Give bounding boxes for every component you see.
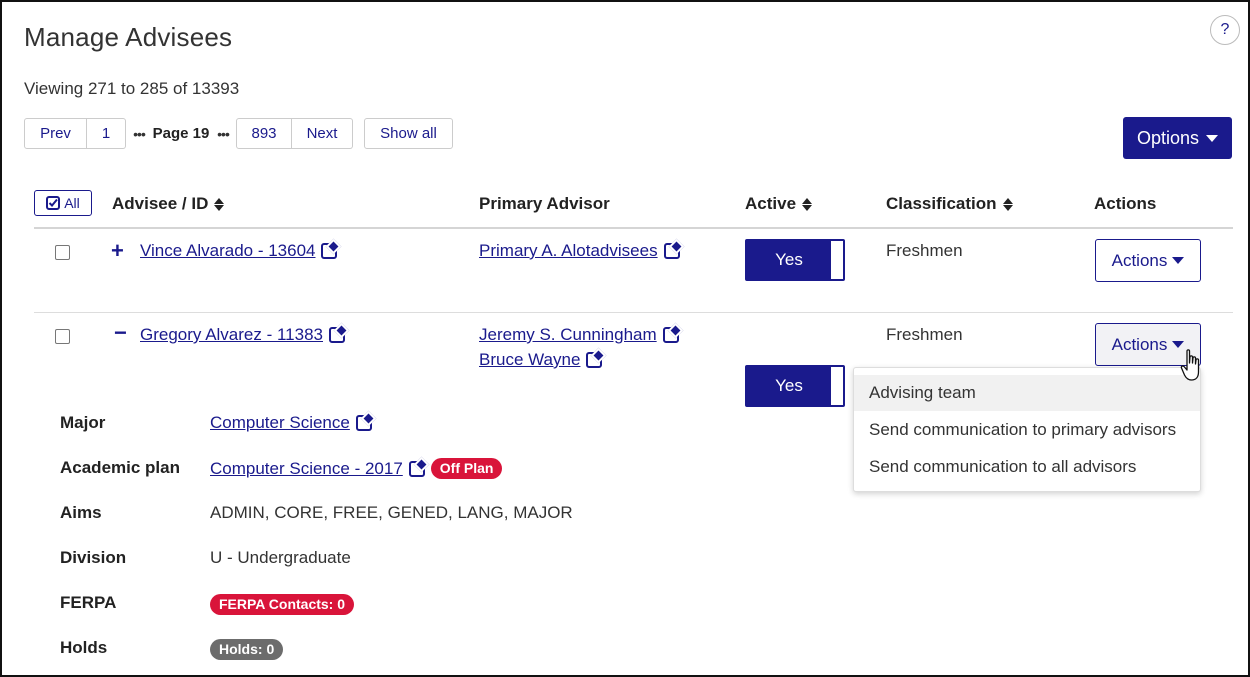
advisor-name: Bruce Wayne xyxy=(479,350,581,369)
hand-cursor-icon xyxy=(1180,349,1200,381)
detail-label-major: Major xyxy=(60,413,106,432)
menu-item-send-primary[interactable]: Send communication to primary advisors xyxy=(854,412,1200,448)
row-checkbox[interactable] xyxy=(55,329,70,344)
external-link-icon xyxy=(662,327,679,343)
menu-item-send-all[interactable]: Send communication to all advisors xyxy=(854,449,1200,485)
advisor-name: Jeremy S. Cunningham xyxy=(479,325,657,344)
row-divider xyxy=(34,312,1233,313)
toggle-knob xyxy=(831,367,843,405)
show-all-button[interactable]: Show all xyxy=(364,118,453,149)
advisor-link[interactable]: Jeremy S. Cunningham xyxy=(479,325,679,345)
advisee-name: Gregory Alvarez - 11383 xyxy=(140,325,323,344)
page-title: Manage Advisees xyxy=(24,22,233,52)
header-classification-label: Classification xyxy=(886,194,997,213)
sort-icon xyxy=(214,197,225,211)
detail-holds: Holds: 0 xyxy=(210,639,284,660)
external-link-icon xyxy=(321,243,338,259)
actions-dropdown-menu: Advising team Send communication to prim… xyxy=(853,367,1201,492)
detail-aims: ADMIN, CORE, FREE, GENED, LANG, MAJOR xyxy=(210,503,573,522)
current-page: Page 19 xyxy=(152,125,210,142)
detail-label-plan: Academic plan xyxy=(60,458,180,477)
external-link-icon xyxy=(355,415,372,431)
active-toggle-label: Yes xyxy=(775,376,803,395)
off-plan-badge: Off Plan xyxy=(430,458,503,479)
select-all-button[interactable]: All xyxy=(34,190,92,216)
sort-icon xyxy=(802,197,813,211)
ferpa-badge[interactable]: FERPA Contacts: 0 xyxy=(210,594,355,615)
pagination: Prev 1 ••• Page 19 ••• 893 Next Show all xyxy=(24,118,453,149)
help-button[interactable]: ? xyxy=(1210,15,1240,45)
advisor-link[interactable]: Bruce Wayne xyxy=(479,350,603,370)
row-actions-label: Actions xyxy=(1111,334,1168,354)
next-page-button[interactable]: Next xyxy=(292,118,353,149)
external-link-icon xyxy=(329,327,345,343)
ellipsis-right: ••• xyxy=(217,125,230,142)
row-checkbox[interactable] xyxy=(55,245,70,260)
header-classification[interactable]: Classification xyxy=(886,194,1013,214)
header-active[interactable]: Active xyxy=(745,194,813,214)
caret-down-icon xyxy=(1206,134,1219,142)
header-actions: Actions xyxy=(1094,194,1156,214)
detail-ferpa: FERPA Contacts: 0 xyxy=(210,594,355,615)
first-page-button[interactable]: 1 xyxy=(87,118,126,149)
select-all-label: All xyxy=(64,195,80,211)
holds-badge[interactable]: Holds: 0 xyxy=(210,639,284,660)
header-actions-label: Actions xyxy=(1094,194,1157,213)
advisee-name: Vince Alvarado - 13604 xyxy=(140,241,316,260)
active-toggle[interactable]: Yes xyxy=(745,365,845,407)
detail-label-ferpa: FERPA xyxy=(60,593,117,612)
detail-label-division: Division xyxy=(60,548,127,567)
advisee-link[interactable]: Gregory Alvarez - 11383 xyxy=(140,325,345,345)
caret-down-icon xyxy=(1172,257,1185,264)
external-link-icon xyxy=(586,352,603,368)
header-advisee-label: Advisee / ID xyxy=(112,194,209,213)
row-actions-label: Actions xyxy=(1111,250,1168,270)
row-actions-button[interactable]: Actions xyxy=(1095,239,1201,282)
header-active-label: Active xyxy=(745,194,797,213)
classification-value: Freshmen xyxy=(886,241,963,260)
external-link-icon xyxy=(408,460,425,477)
last-page-button[interactable]: 893 xyxy=(236,118,292,149)
prev-page-button[interactable]: Prev xyxy=(24,118,87,149)
ellipsis-left: ••• xyxy=(133,125,146,142)
sort-icon xyxy=(1002,197,1013,211)
toggle-knob xyxy=(831,241,843,279)
expand-icon[interactable]: + xyxy=(111,240,124,262)
major-name: Computer Science xyxy=(210,413,350,432)
detail-plan: Computer Science - 2017 Off Plan xyxy=(210,458,503,479)
detail-label-aims: Aims xyxy=(60,503,102,522)
active-toggle-label: Yes xyxy=(775,250,803,269)
classification-value: Freshmen xyxy=(886,325,963,344)
header-primary-advisor-label: Primary Advisor xyxy=(479,194,610,213)
detail-major: Computer Science xyxy=(210,413,372,433)
advisor-name: Primary A. Alotadvisees xyxy=(479,241,658,260)
advisor-link[interactable]: Primary A. Alotadvisees xyxy=(479,241,680,261)
plan-link[interactable]: Computer Science - 2017 xyxy=(210,459,425,479)
header-primary-advisor: Primary Advisor xyxy=(479,194,610,214)
advisee-link[interactable]: Vince Alvarado - 13604 xyxy=(140,241,338,261)
menu-item-advising-team[interactable]: Advising team xyxy=(854,375,1200,411)
checkbox-checked-icon xyxy=(46,196,61,210)
options-button[interactable]: Options xyxy=(1123,117,1232,159)
header-advisee[interactable]: Advisee / ID xyxy=(112,194,225,214)
collapse-icon[interactable]: − xyxy=(114,322,127,344)
caret-down-icon xyxy=(1172,341,1185,348)
active-toggle[interactable]: Yes xyxy=(745,239,845,281)
viewing-summary: Viewing 271 to 285 of 13393 xyxy=(24,79,240,98)
header-divider xyxy=(34,227,1233,229)
detail-division: U - Undergraduate xyxy=(210,548,351,567)
plan-name: Computer Science - 2017 xyxy=(210,458,403,478)
manage-advisees-page: Manage Advisees ? Viewing 271 to 285 of … xyxy=(0,0,1250,677)
external-link-icon xyxy=(663,243,680,259)
major-link[interactable]: Computer Science xyxy=(210,413,372,433)
detail-label-holds: Holds xyxy=(60,638,108,657)
options-label: Options xyxy=(1136,127,1200,148)
